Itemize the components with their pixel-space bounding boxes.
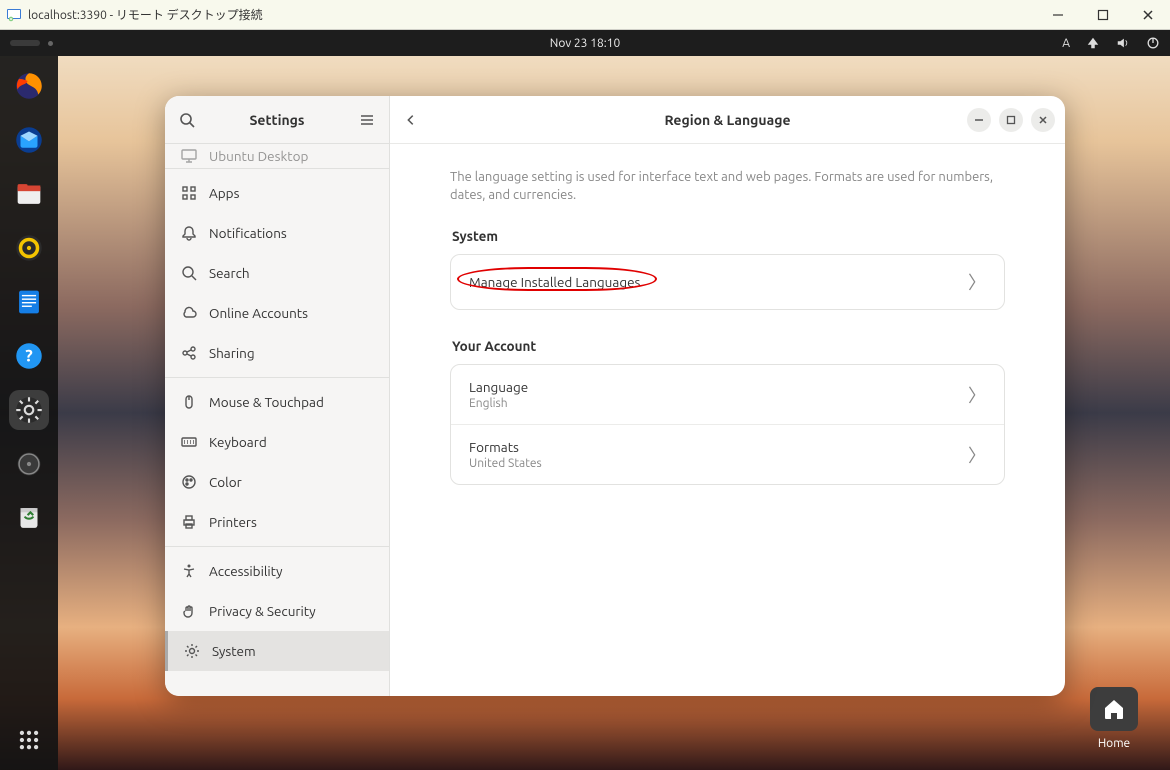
sidebar-item-sharing[interactable]: Sharing (165, 333, 389, 373)
sidebar-item-system[interactable]: System (165, 631, 389, 671)
dock-trash[interactable] (9, 498, 49, 538)
gnome-topbar: Nov 23 18:10 A (0, 30, 1170, 56)
sidebar-item-label: Sharing (209, 345, 255, 361)
sidebar-item-label: Notifications (209, 225, 287, 241)
row-title: Formats (469, 439, 542, 455)
sidebar-item-label: Privacy & Security (209, 603, 316, 619)
input-source-indicator[interactable]: A (1062, 37, 1070, 50)
desktop-home-folder[interactable]: Home (1090, 687, 1138, 750)
keyboard-icon (181, 434, 197, 450)
sidebar-item-label: Accessibility (209, 563, 283, 579)
windows-titlebar: localhost:3390 - リモート デスクトップ接続 (0, 0, 1170, 30)
topbar-datetime[interactable]: Nov 23 18:10 (0, 37, 1170, 50)
desktop: ? Home Settings (0, 56, 1170, 770)
sidebar-item-label: Ubuntu Desktop (209, 148, 308, 164)
row-formats[interactable]: Formats United States 〉 (451, 424, 1004, 484)
window-maximize-button[interactable] (999, 108, 1023, 132)
row-language[interactable]: Language English 〉 (451, 365, 1004, 424)
dock-libreoffice-writer[interactable] (9, 282, 49, 322)
dock-show-apps[interactable] (9, 720, 49, 760)
chevron-right-icon: 〉 (968, 442, 986, 468)
printer-icon (181, 514, 197, 530)
dock-files[interactable] (9, 174, 49, 214)
content-title: Region & Language (664, 112, 790, 128)
section-card: Manage Installed Languages 〉 (450, 254, 1005, 310)
sidebar-item-label: Color (209, 474, 242, 490)
accessibility-icon (181, 563, 197, 579)
win-minimize-button[interactable] (1035, 0, 1080, 30)
gear-icon (184, 643, 200, 659)
settings-window: Settings Ubuntu Desktop Apps Notifications… (165, 96, 1065, 696)
power-icon[interactable] (1146, 36, 1160, 50)
sidebar-item-search[interactable]: Search (165, 253, 389, 293)
chevron-right-icon: 〉 (968, 269, 986, 295)
sidebar-item-label: Apps (209, 185, 239, 201)
intro-text: The language setting is used for interfa… (450, 168, 1005, 204)
sidebar-separator (165, 377, 389, 378)
window-close-button[interactable] (1031, 108, 1055, 132)
sidebar-item-apps[interactable]: Apps (165, 173, 389, 213)
rdp-icon (6, 7, 22, 23)
bell-icon (181, 225, 197, 241)
row-subtitle: United States (469, 457, 542, 470)
dock-thunderbird[interactable] (9, 120, 49, 160)
dock-rhythmbox[interactable] (9, 228, 49, 268)
back-button[interactable] (404, 113, 418, 127)
volume-icon[interactable] (1116, 36, 1130, 50)
dock-disk-utility[interactable] (9, 444, 49, 484)
activities-button[interactable] (10, 40, 53, 46)
palette-icon (181, 474, 197, 490)
settings-sidebar: Settings Ubuntu Desktop Apps Notifications… (165, 96, 390, 696)
chevron-right-icon: 〉 (968, 382, 986, 408)
mouse-icon (181, 394, 197, 410)
sidebar-item-privacy-security[interactable]: Privacy & Security (165, 591, 389, 631)
sidebar-item-mouse-touchpad[interactable]: Mouse & Touchpad (165, 382, 389, 422)
grid-icon (181, 185, 197, 201)
sidebar-item-label: Keyboard (209, 434, 267, 450)
sidebar-item-label: Printers (209, 514, 257, 530)
row-title: Language (469, 379, 528, 395)
window-minimize-button[interactable] (967, 108, 991, 132)
sidebar-item-printers[interactable]: Printers (165, 502, 389, 542)
row-title: Manage Installed Languages (469, 274, 640, 290)
sidebar-separator (165, 168, 389, 169)
settings-content: Region & Language The language setting i… (390, 96, 1065, 696)
network-icon[interactable] (1086, 36, 1100, 50)
sidebar-title: Settings (195, 112, 359, 128)
desktop-home-label: Home (1090, 737, 1138, 750)
win-close-button[interactable] (1125, 0, 1170, 30)
sidebar-separator (165, 546, 389, 547)
sidebar-item-notifications[interactable]: Notifications (165, 213, 389, 253)
section-heading: Your Account (452, 338, 1005, 354)
dock-help[interactable]: ? (9, 336, 49, 376)
section-heading: System (452, 228, 1005, 244)
sidebar-item-keyboard[interactable]: Keyboard (165, 422, 389, 462)
sidebar-item-label: Search (209, 265, 250, 281)
sidebar-menu-button[interactable] (359, 112, 375, 128)
win-maximize-button[interactable] (1080, 0, 1125, 30)
monitor-icon (181, 148, 197, 164)
sidebar-item-label: System (212, 643, 256, 659)
svg-text:?: ? (25, 347, 33, 366)
dock: ? (0, 56, 58, 770)
sidebar-item-ubuntu-desktop[interactable]: Ubuntu Desktop (165, 144, 389, 164)
hand-icon (181, 603, 197, 619)
row-manage-installed-languages[interactable]: Manage Installed Languages 〉 (451, 255, 1004, 309)
sidebar-item-label: Online Accounts (209, 305, 308, 321)
share-icon (181, 345, 197, 361)
cloud-icon (181, 305, 197, 321)
sidebar-item-accessibility[interactable]: Accessibility (165, 551, 389, 591)
sidebar-item-online-accounts[interactable]: Online Accounts (165, 293, 389, 333)
search-icon (181, 265, 197, 281)
dock-firefox[interactable] (9, 66, 49, 106)
sidebar-item-color[interactable]: Color (165, 462, 389, 502)
row-subtitle: English (469, 397, 528, 410)
dock-settings[interactable] (9, 390, 49, 430)
section-card: Language English 〉 Formats United States 〉 (450, 364, 1005, 485)
sidebar-search-button[interactable] (179, 112, 195, 128)
window-title: localhost:3390 - リモート デスクトップ接続 (28, 6, 1035, 23)
sidebar-item-label: Mouse & Touchpad (209, 394, 324, 410)
